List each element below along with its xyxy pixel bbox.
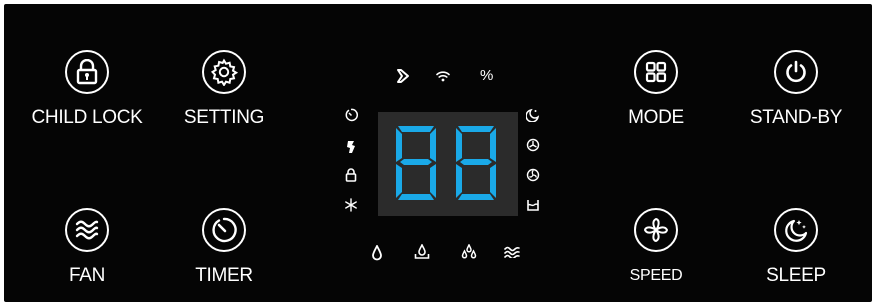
dry-wave-icon [504,246,520,258]
mode-button[interactable]: MODE [616,50,696,128]
setting-label: SETTING [183,107,265,128]
lock-indicator-icon [345,168,357,182]
defrost-indicator-icon [345,198,357,212]
clock-icon [202,208,246,252]
sleep-label: SLEEP [766,265,826,286]
gear-icon [202,50,246,94]
timer-button[interactable]: TIMER [178,208,270,286]
timer-indicator-icon [345,108,358,122]
grid-icon [634,50,678,94]
fan-blades-icon [634,208,678,252]
sleep-button[interactable]: SLEEP [748,208,844,286]
fan-button[interactable]: FAN [44,208,130,286]
seven-segment-digits [396,126,496,200]
setting-button[interactable]: SETTING [164,50,284,128]
triple-drop-icon [461,244,477,259]
child-lock-button[interactable]: CHILD LOCK [24,50,150,128]
timer-label: TIMER [195,265,253,286]
pump-icon [397,69,409,83]
high-fan-indicator-icon [526,168,540,182]
waves-icon [65,208,109,252]
sleep-indicator-icon [526,108,540,122]
padlock-icon [65,50,109,94]
drop-tray-icon [414,244,430,259]
mode-label: MODE [628,107,684,128]
standby-label: STAND-BY [749,107,843,128]
digit-display [378,112,518,216]
drainage-indicator-icon [347,141,355,153]
speed-label: SPEED [629,267,683,284]
fan-label: FAN [68,265,106,286]
humidity-percent-label: % [480,67,494,84]
single-drop-icon [372,245,382,261]
moon-stars-icon [774,208,818,252]
control-panel: CHILD LOCK SETTING FAN TIMER MODE STAND-… [4,4,872,302]
power-icon [774,50,818,94]
standby-button[interactable]: STAND-BY [740,50,852,128]
wifi-icon [436,71,450,82]
child-lock-label: CHILD LOCK [31,107,143,128]
speed-button[interactable]: SPEED [616,208,696,286]
tank-indicator-icon [527,200,539,211]
low-fan-indicator-icon [526,138,540,152]
